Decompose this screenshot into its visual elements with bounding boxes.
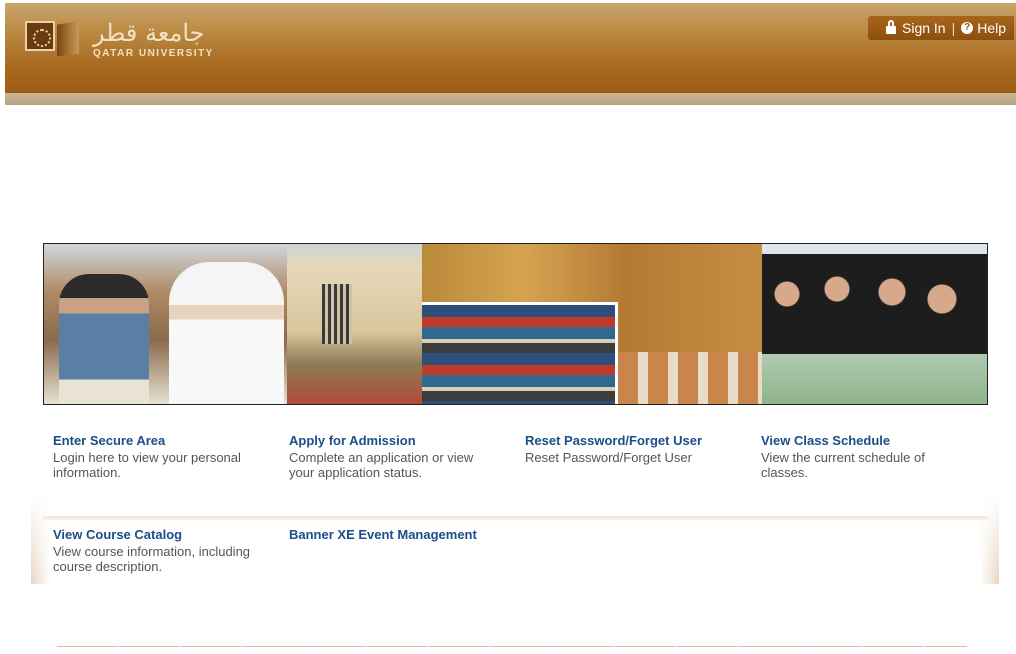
campus-banner-image: [43, 243, 988, 405]
campus-building-photo: [287, 244, 422, 404]
link-item-reset-password: Reset Password/Forget User Reset Passwor…: [525, 433, 735, 465]
qatar-university-logo[interactable]: جامعة قطر QATAR UNIVERSITY: [25, 19, 225, 63]
enter-secure-area-description: Login here to view your personal informa…: [53, 450, 241, 480]
footer-rule: [57, 646, 967, 647]
students-reading-photo: [44, 244, 287, 404]
view-class-schedule-description: View the current schedule of classes.: [761, 450, 925, 480]
link-item-enter-secure-area: Enter Secure Area Login here to view you…: [53, 433, 263, 480]
help-icon: ?: [961, 22, 974, 34]
logo-english-text: QATAR UNIVERSITY: [93, 48, 214, 59]
section-divider: [43, 516, 988, 520]
view-course-catalog-description: View course information, including cours…: [53, 544, 251, 574]
link-item-apply-for-admission: Apply for Admission Complete an applicat…: [289, 433, 499, 480]
link-item-view-course-catalog: View Course Catalog View course informat…: [53, 527, 263, 574]
library-books-photo: [422, 244, 762, 404]
link-item-view-class-schedule: View Class Schedule View the current sch…: [761, 433, 971, 480]
apply-for-admission-description: Complete an application or view your app…: [289, 450, 474, 480]
sign-in-link[interactable]: Sign In: [902, 20, 946, 36]
banner-xe-event-management-link[interactable]: Banner XE Event Management: [289, 527, 519, 543]
students-group-photo: [762, 244, 987, 404]
apply-for-admission-link[interactable]: Apply for Admission: [289, 433, 499, 449]
link-item-banner-xe-event-management: Banner XE Event Management: [289, 527, 519, 543]
reset-password-link[interactable]: Reset Password/Forget User: [525, 433, 735, 449]
logo-arabic-text: جامعة قطر: [93, 19, 205, 47]
lock-icon: [886, 20, 896, 34]
header-strip: [5, 93, 1016, 105]
view-course-catalog-link[interactable]: View Course Catalog: [53, 527, 263, 543]
book-icon: [57, 21, 79, 57]
help-link[interactable]: Help: [977, 20, 1006, 36]
university-emblem-icon: [25, 21, 55, 51]
view-class-schedule-link[interactable]: View Class Schedule: [761, 433, 971, 449]
site-header: جامعة قطر QATAR UNIVERSITY: [5, 3, 1016, 93]
enter-secure-area-link[interactable]: Enter Secure Area: [53, 433, 263, 449]
classroom-chairs-photo: [618, 352, 762, 404]
auth-links: Sign In | ? Help: [868, 16, 1014, 40]
reset-password-description: Reset Password/Forget User: [525, 450, 692, 465]
auth-separator: |: [951, 20, 956, 36]
